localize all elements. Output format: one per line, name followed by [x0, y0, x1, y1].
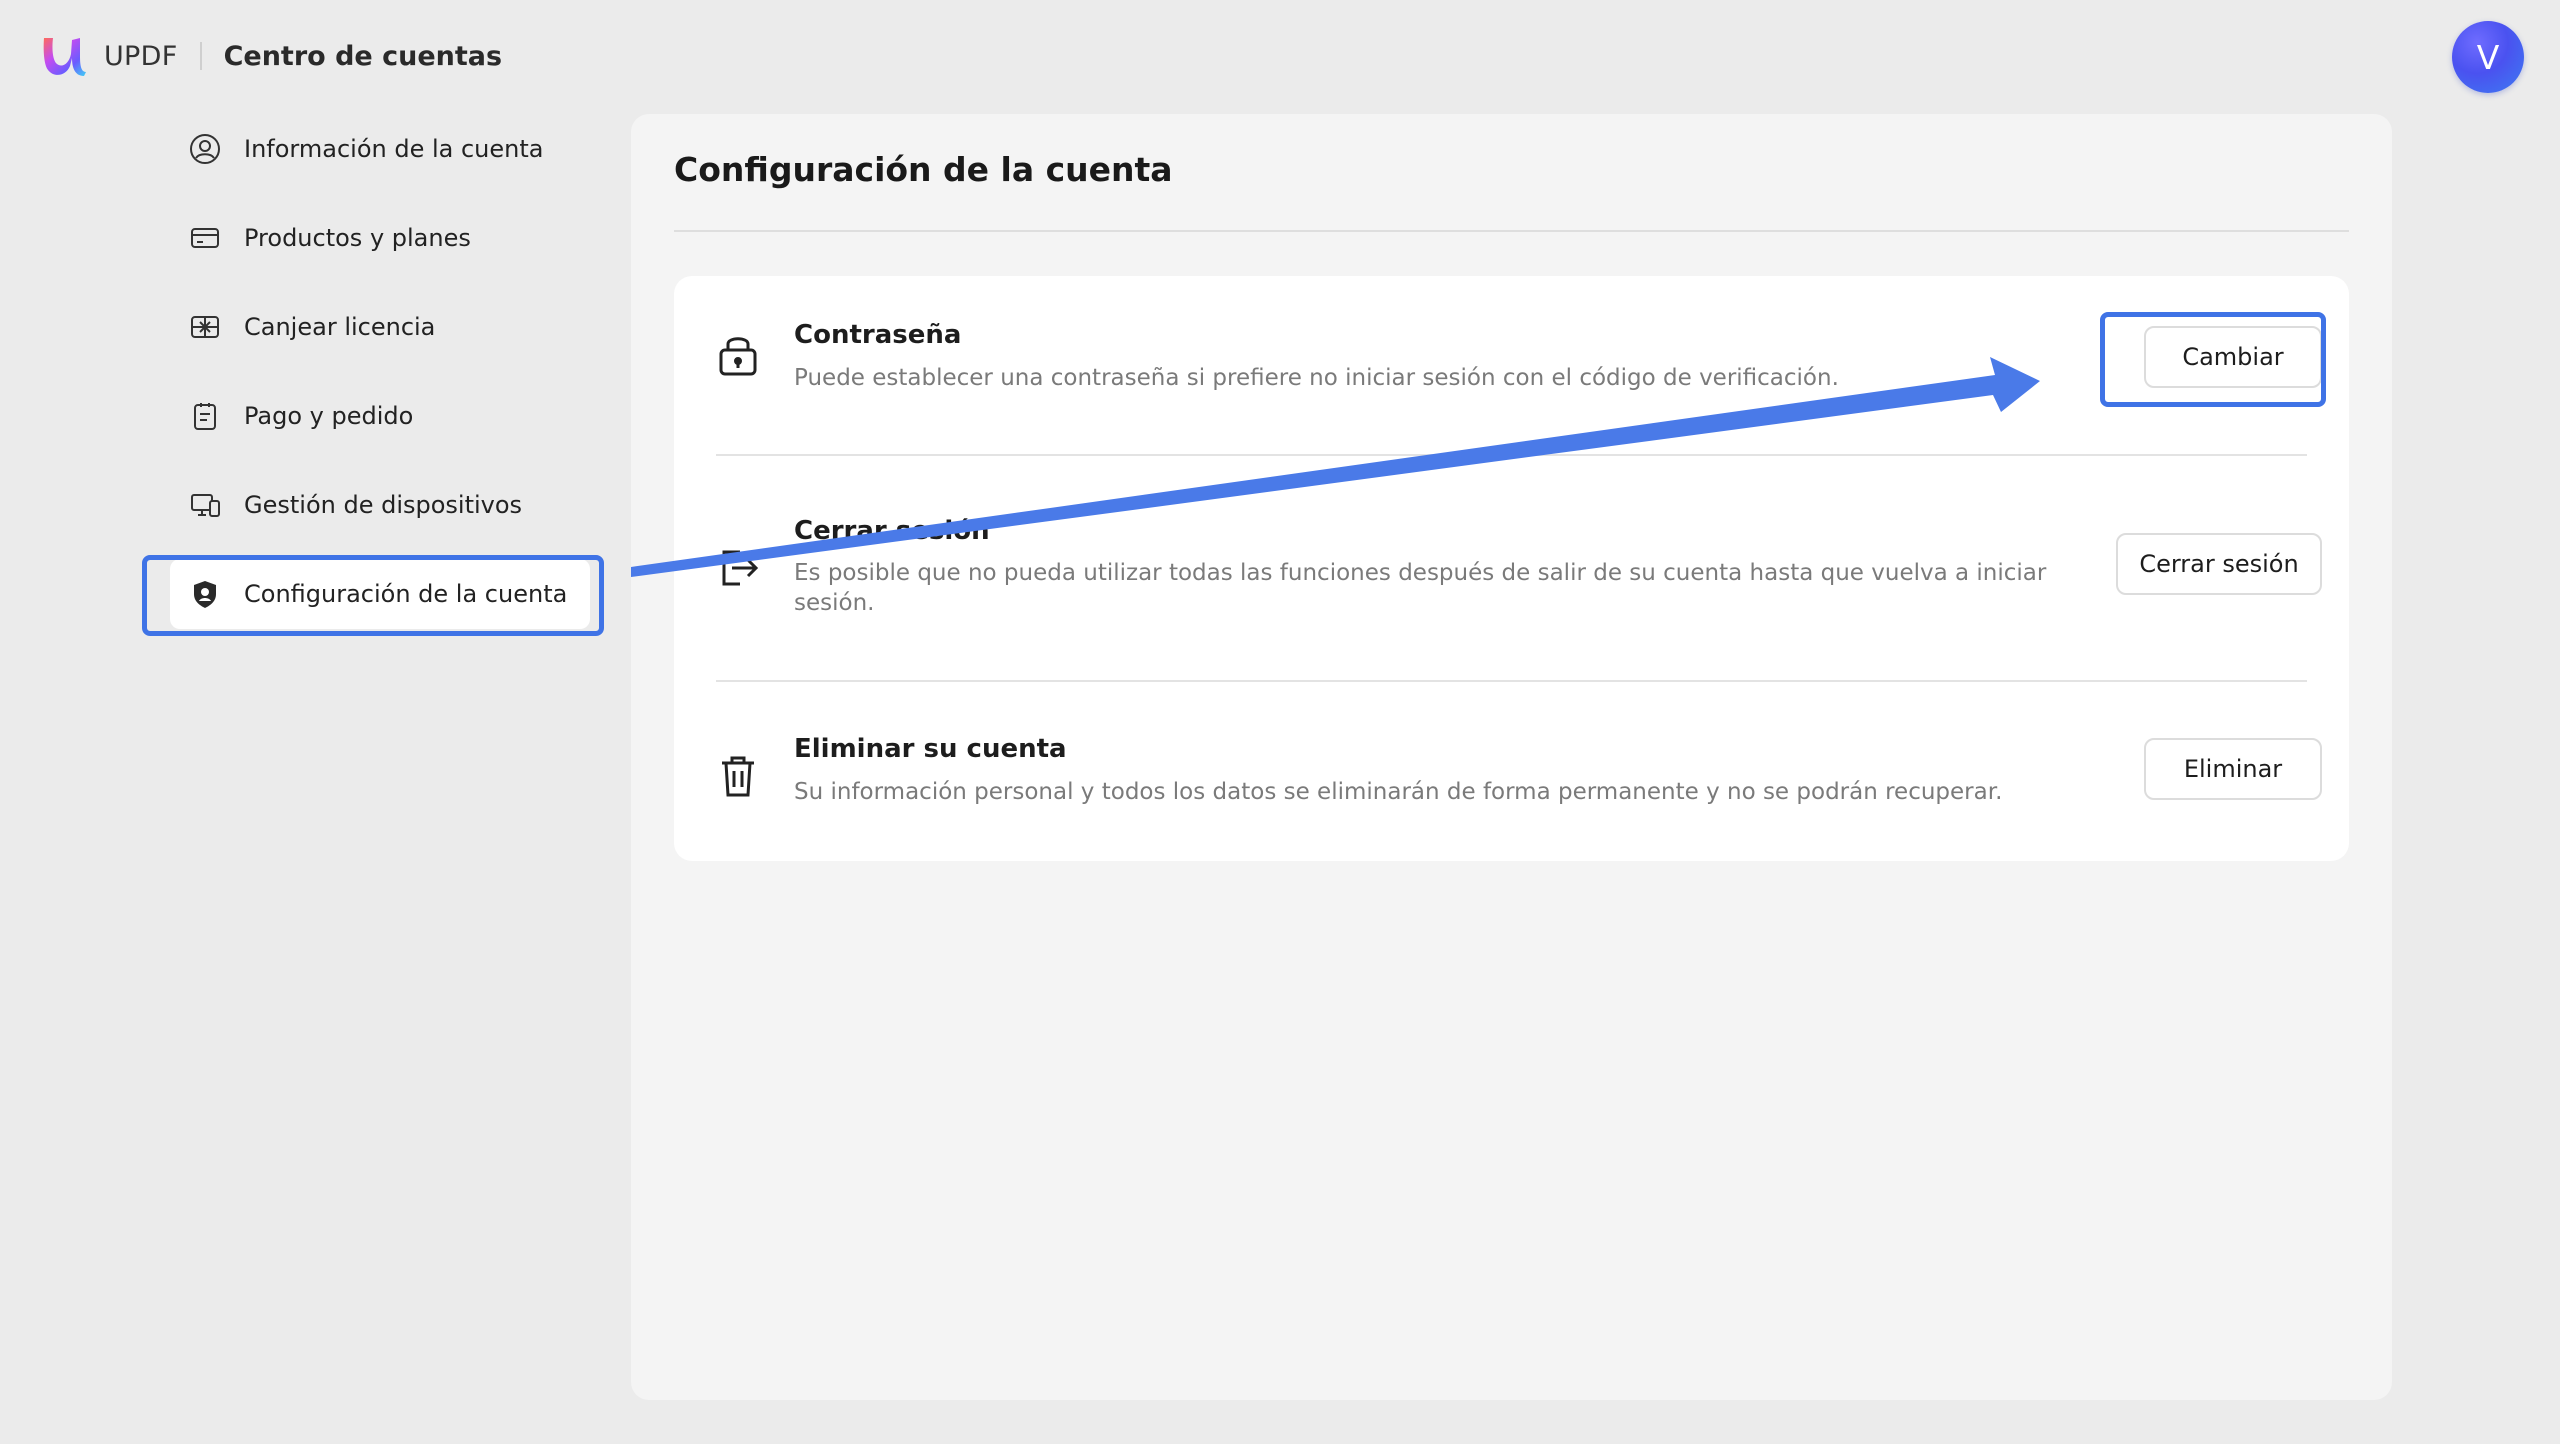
- sidebar-item-products[interactable]: Productos y planes: [170, 203, 590, 273]
- header-divider: [199, 42, 202, 70]
- settings-card: Contraseña Puede establecer una contrase…: [674, 276, 2349, 861]
- delete-account-row: Eliminar su cuenta Su información person…: [716, 682, 2322, 861]
- clipboard-icon: [188, 399, 222, 433]
- logout-row: Cerrar sesión Es posible que no pueda ut…: [716, 456, 2322, 680]
- sidebar-item-payment[interactable]: Pago y pedido: [170, 381, 590, 451]
- password-title: Contraseña: [794, 320, 962, 350]
- password-description: Puede establecer una contraseña si prefi…: [794, 365, 1839, 391]
- delete-account-description: Su información personal y todos los dato…: [794, 779, 2003, 805]
- logout-icon: [716, 544, 760, 592]
- sidebar-item-label: Pago y pedido: [244, 402, 414, 430]
- sidebar-item-label: Canjear licencia: [244, 313, 436, 341]
- devices-icon: [188, 488, 222, 522]
- sidebar-item-label: Información de la cuenta: [244, 135, 544, 163]
- logout-description: Es posible que no pueda utilizar todas l…: [794, 560, 2047, 616]
- page-header-title: Centro de cuentas: [223, 40, 503, 72]
- sidebar-item-devices[interactable]: Gestión de dispositivos: [170, 470, 590, 540]
- gift-icon: [188, 310, 222, 344]
- delete-account-button[interactable]: Eliminar: [2144, 738, 2322, 800]
- lock-icon: [716, 331, 760, 379]
- avatar[interactable]: V: [2452, 21, 2524, 93]
- user-circle-icon: [188, 132, 222, 166]
- page: UPDF Centro de cuentas V Información de …: [0, 0, 2560, 1444]
- logout-button[interactable]: Cerrar sesión: [2116, 533, 2322, 595]
- sidebar-item-label: Gestión de dispositivos: [244, 491, 523, 519]
- logout-title: Cerrar sesión: [794, 516, 990, 546]
- header: UPDF Centro de cuentas: [38, 30, 502, 82]
- brand-name: UPDF: [104, 40, 178, 72]
- delete-account-title: Eliminar su cuenta: [794, 734, 1067, 764]
- main-panel: Configuración de la cuenta Contraseña Pu…: [631, 114, 2392, 1400]
- avatar-initial: V: [2476, 37, 2500, 77]
- sidebar-highlight-box: [142, 555, 604, 636]
- trash-icon: [716, 752, 760, 800]
- change-button-highlight-box: [2100, 312, 2326, 407]
- updf-logo-icon[interactable]: [38, 32, 90, 80]
- sidebar-item-redeem[interactable]: Canjear licencia: [170, 292, 590, 362]
- title-divider: [674, 230, 2349, 232]
- sidebar-item-account-info[interactable]: Información de la cuenta: [170, 114, 590, 184]
- page-title: Configuración de la cuenta: [674, 150, 1173, 189]
- card-icon: [188, 221, 222, 255]
- password-row: Contraseña Puede establecer una contrase…: [716, 276, 2322, 454]
- sidebar-item-label: Productos y planes: [244, 224, 471, 252]
